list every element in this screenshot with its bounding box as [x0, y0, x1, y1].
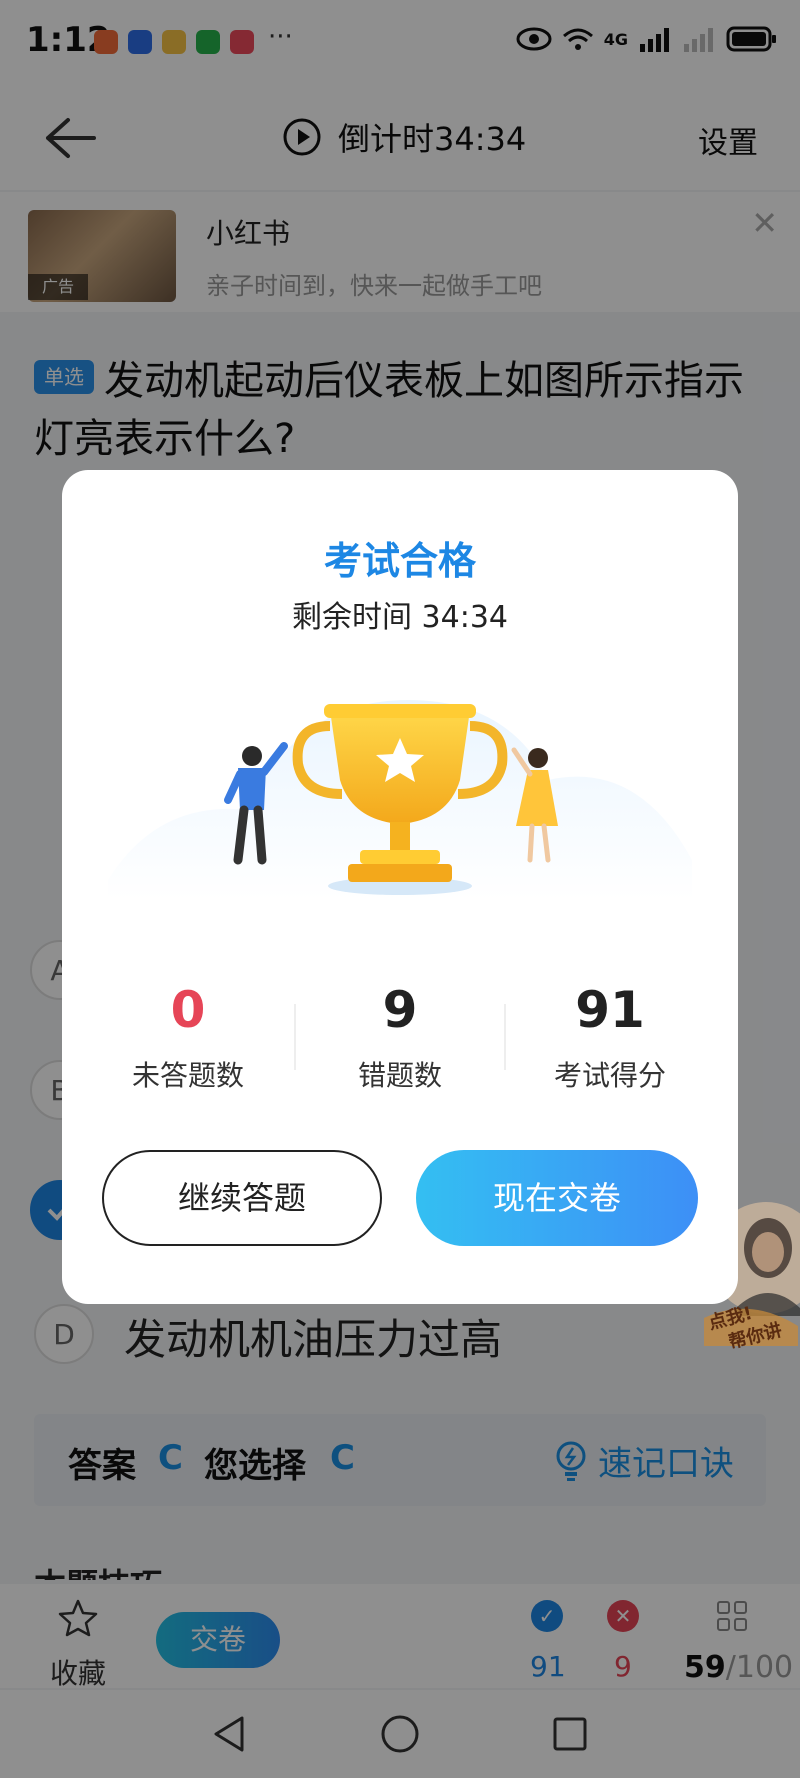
submit-now-button[interactable]: 现在交卷	[416, 1150, 698, 1246]
score-value: 91	[575, 981, 645, 1039]
unanswered-label: 未答题数	[131, 1059, 244, 1092]
unanswered-count: 0	[170, 981, 206, 1039]
wrong-label: 错题数	[357, 1059, 442, 1092]
wrong-stat: 9 错题数	[300, 980, 500, 1094]
trophy-celebration-icon	[108, 700, 692, 900]
score-label: 考试得分	[553, 1059, 666, 1092]
wrong-count-value: 9	[382, 981, 418, 1039]
unanswered-stat: 0 未答题数	[88, 980, 288, 1094]
result-title: 考试合格	[323, 539, 476, 583]
exam-result-dialog: 考试合格 剩余时间 34:34 0 未答题数 9 错题数 91 考试得分 继续答…	[62, 470, 738, 1304]
score-stat: 91 考试得分	[510, 980, 710, 1094]
divider	[294, 1004, 296, 1070]
continue-answering-button[interactable]: 继续答题	[102, 1150, 382, 1246]
divider	[504, 1004, 506, 1070]
time-remaining: 剩余时间 34:34	[292, 600, 508, 635]
